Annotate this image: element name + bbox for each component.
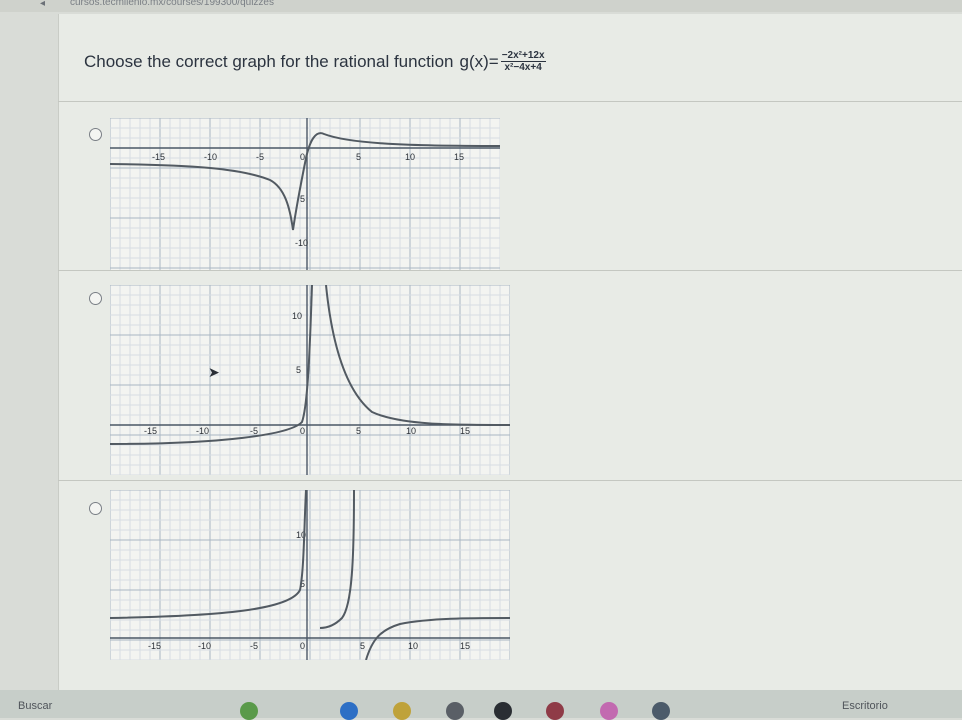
function-fraction: −2x²+12x x²−4x+4 [500, 50, 546, 73]
app-icon[interactable] [600, 702, 618, 720]
x-tick-label: 5 [356, 426, 361, 436]
x-tick-label: -10 [204, 152, 217, 162]
browser-address-bar: ◂ cursos.tecmilenio.mx/courses/199300/qu… [0, 0, 962, 12]
x-tick-label: 0 [300, 641, 305, 651]
app-icon[interactable] [652, 702, 670, 720]
cursor-icon: ➤ [208, 364, 220, 380]
app-icon[interactable] [546, 702, 564, 720]
app-icon[interactable] [340, 702, 358, 720]
app-icon[interactable] [393, 702, 411, 720]
x-tick-label: -10 [196, 426, 209, 436]
x-tick-label: -15 [144, 426, 157, 436]
option-b-radio[interactable] [89, 292, 102, 305]
x-tick-label: -10 [198, 641, 211, 651]
x-tick-label: 10 [408, 641, 418, 651]
question-prompt: Choose the correct graph for the rationa… [84, 51, 454, 71]
x-tick-label: -15 [148, 641, 161, 651]
x-tick-label: -15 [152, 152, 165, 162]
app-icon[interactable] [240, 702, 258, 720]
x-tick-label: 15 [460, 641, 470, 651]
divider [58, 101, 962, 102]
y-tick-label: 5 [300, 194, 305, 204]
search-label[interactable]: Buscar [18, 700, 52, 712]
question-text: Choose the correct graph for the rationa… [84, 50, 546, 73]
option-a-graph[interactable]: -15 -10 -5 0 5 10 15 5 -10 [110, 118, 500, 270]
back-arrow-icon[interactable]: ◂ [40, 0, 45, 9]
x-tick-label: 15 [460, 426, 470, 436]
x-tick-label: -5 [256, 152, 264, 162]
x-tick-label: 10 [406, 426, 416, 436]
x-tick-label: 5 [356, 152, 361, 162]
x-tick-label: 10 [405, 152, 415, 162]
x-tick-label: -5 [250, 641, 258, 651]
divider [58, 270, 962, 271]
x-tick-label: 15 [454, 152, 464, 162]
taskbar: Buscar Escritorio [0, 690, 962, 720]
option-b-graph[interactable]: -15 -10 -5 0 5 10 15 10 5 ➤ [110, 285, 510, 475]
option-c-radio[interactable] [89, 502, 102, 515]
url-text[interactable]: cursos.tecmilenio.mx/courses/199300/quiz… [70, 0, 274, 8]
x-tick-label: 0 [300, 426, 305, 436]
option-c-graph[interactable]: -15 -10 -5 0 5 10 15 10 5 [110, 490, 510, 660]
app-icon[interactable] [446, 702, 464, 720]
denominator: x²−4x+4 [504, 62, 542, 73]
numerator: −2x²+12x [500, 50, 546, 62]
x-tick-label: -5 [250, 426, 258, 436]
desktop-label[interactable]: Escritorio [842, 700, 888, 712]
y-tick-label: 5 [296, 365, 301, 375]
app-icon[interactable] [494, 702, 512, 720]
y-tick-label: -10 [295, 238, 308, 248]
x-tick-label: 5 [360, 641, 365, 651]
y-tick-label: 10 [292, 311, 302, 321]
divider [58, 480, 962, 481]
option-a-radio[interactable] [89, 128, 102, 141]
function-name: g(x)= [459, 51, 499, 71]
x-tick-label: 0 [300, 152, 305, 162]
